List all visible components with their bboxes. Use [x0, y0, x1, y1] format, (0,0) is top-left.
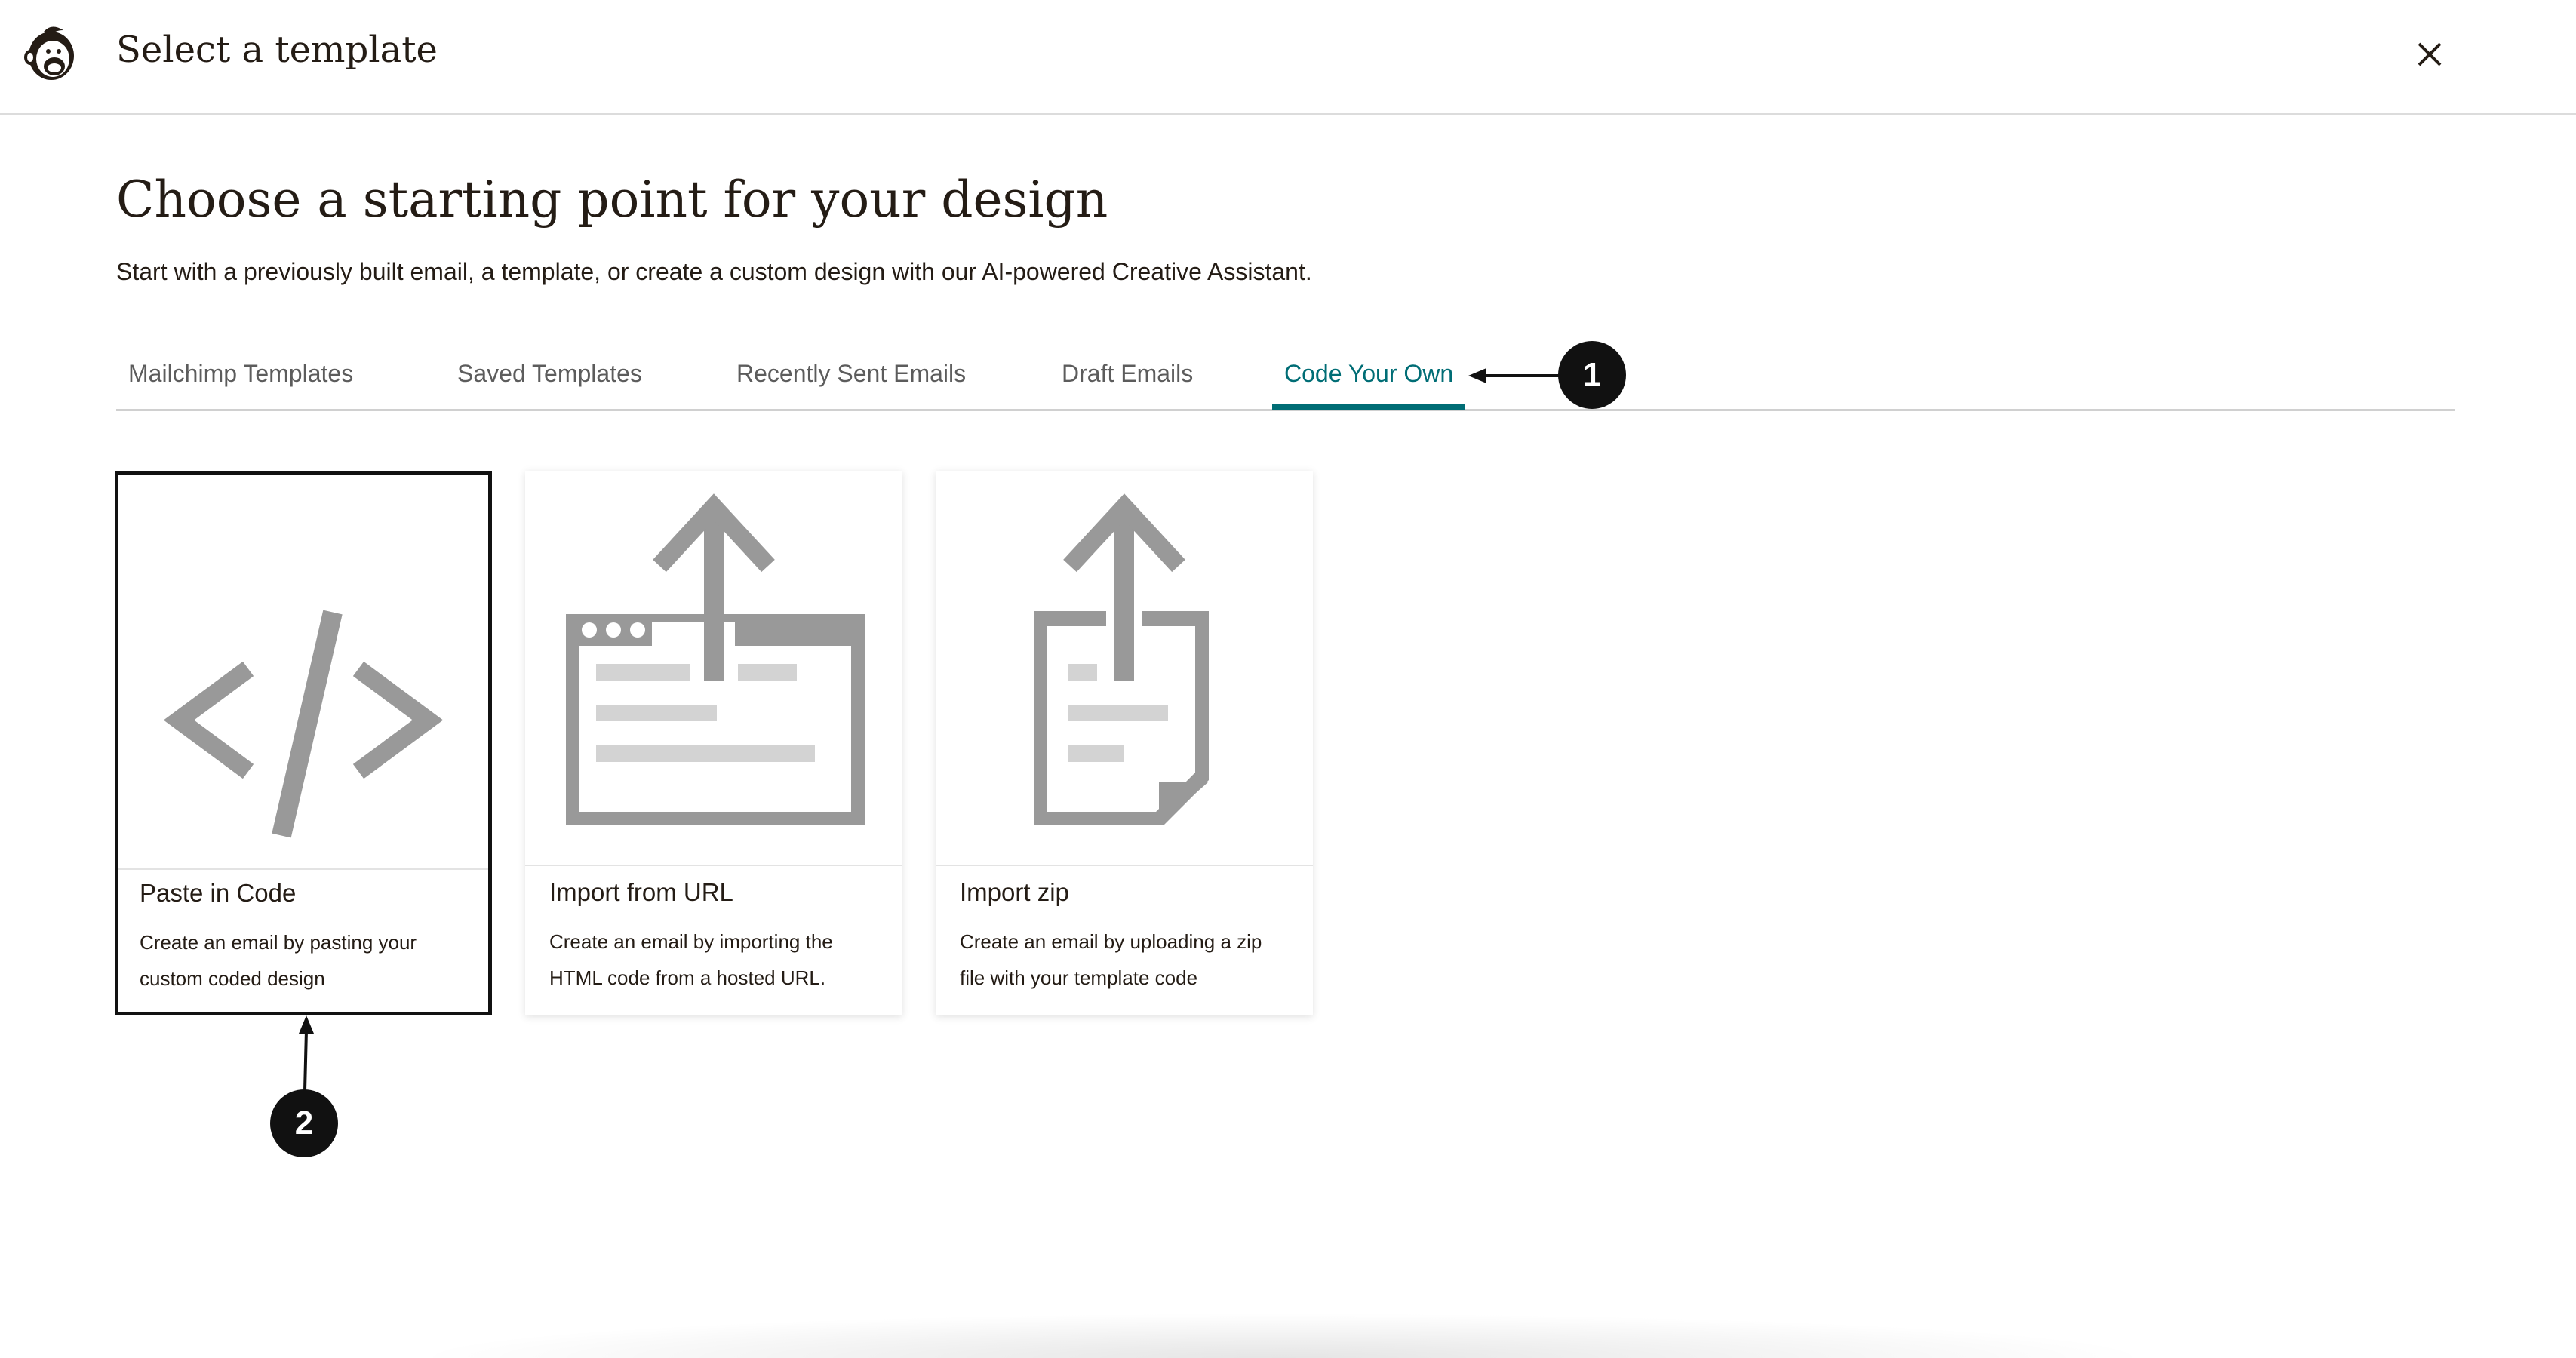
tab-draft-emails[interactable]: Draft Emails	[1050, 360, 1205, 410]
bottom-shadow	[407, 1313, 2158, 1358]
paste-in-code-card[interactable]: Paste in Code Create an email by pasting…	[115, 471, 492, 1015]
card-description: Create an email by importing the HTML co…	[549, 930, 833, 989]
callout-badge-2: 2	[270, 1089, 338, 1157]
import-from-url-card[interactable]: Import from URL Create an email by impor…	[525, 471, 902, 1015]
file-upload-icon	[1034, 493, 1209, 825]
tab-code-your-own[interactable]: Code Your Own	[1272, 360, 1466, 410]
callout-arrow-2	[299, 1015, 314, 1091]
card-divider	[525, 865, 902, 866]
card-divider	[118, 868, 488, 870]
mailchimp-logo-icon	[24, 26, 74, 80]
top-bar: Select a template	[0, 0, 2576, 115]
card-description: Create an email by uploading a zip file …	[960, 930, 1262, 989]
page-heading: Choose a starting point for your design	[116, 171, 1108, 229]
card-title: Paste in Code	[140, 879, 297, 907]
tab-recently-sent-emails[interactable]: Recently Sent Emails	[724, 360, 978, 410]
callout-arrow-1	[1468, 368, 1566, 383]
close-icon[interactable]	[2412, 36, 2448, 72]
import-zip-card[interactable]: Import zip Create an email by uploading …	[936, 471, 1313, 1015]
tab-mailchimp-templates[interactable]: Mailchimp Templates	[116, 360, 365, 410]
callout-badge-1: 1	[1558, 341, 1626, 409]
card-title: Import from URL	[549, 878, 733, 906]
modal-title: Select a template	[116, 29, 438, 71]
template-tabs: Mailchimp Templates Saved Templates Rece…	[116, 343, 2455, 411]
browser-upload-icon	[566, 493, 865, 825]
card-description: Create an email by pasting your custom c…	[140, 931, 417, 990]
card-title: Import zip	[960, 878, 1069, 906]
page-subtitle: Start with a previously built email, a t…	[116, 258, 1312, 285]
code-brackets-icon	[163, 610, 444, 838]
card-divider	[936, 865, 1313, 866]
tab-saved-templates[interactable]: Saved Templates	[445, 360, 654, 410]
